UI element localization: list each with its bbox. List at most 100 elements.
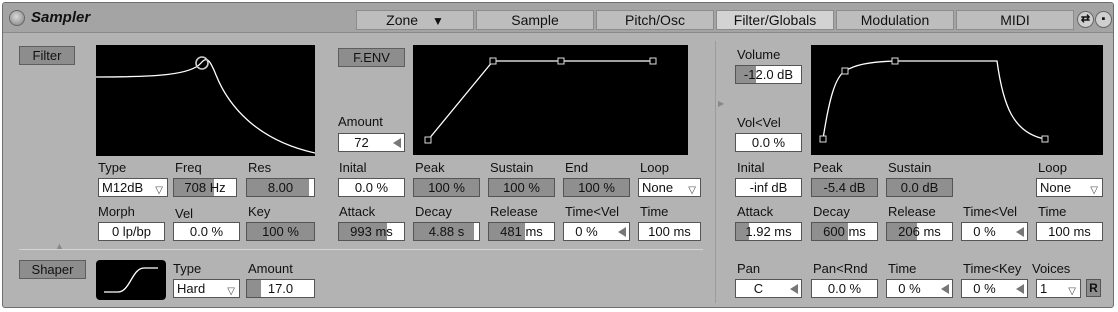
filter-freq-handle[interactable] — [195, 56, 209, 70]
hot-swap-icon[interactable]: ⇄ — [1077, 11, 1094, 28]
filter-res-label: Res — [248, 160, 272, 175]
filter-response-display[interactable] — [96, 45, 315, 156]
sampler-device: Sampler Zone ▼ Sample Pitch/Osc Filter/G… — [2, 2, 1114, 308]
chevron-down-icon: ▽ — [155, 185, 163, 196]
power-icon[interactable] — [9, 10, 25, 26]
vol-loop-dropdown[interactable]: None ▽ — [1036, 178, 1103, 197]
fenv-initial-handle[interactable] — [424, 136, 432, 144]
fenv-time-vel-label: Time<Vel — [565, 204, 620, 219]
vol-release-field[interactable]: 206 ms — [886, 222, 953, 241]
vol-time-vel-value: 0 % — [973, 224, 996, 239]
expand-arrow-icon[interactable]: ▶ — [718, 96, 724, 111]
vol-sustain-value: 0.0 dB — [900, 180, 939, 195]
shaper-amount-field[interactable]: 17.0 — [246, 279, 315, 298]
fenv-peak-handle[interactable] — [489, 57, 497, 65]
filter-toggle-button[interactable]: Filter — [19, 46, 75, 65]
volume-envelope-display[interactable] — [811, 45, 1103, 155]
vol-time-vel-label: Time<Vel — [963, 204, 1018, 219]
fenv-sustain-handle[interactable] — [557, 57, 565, 65]
tab-filter-globals[interactable]: Filter/Globals — [716, 10, 834, 30]
shaper-amount-value: 17.0 — [267, 281, 294, 296]
volume-envelope-curve — [819, 57, 1049, 143]
fenv-time-vel-value: 0 % — [575, 224, 598, 239]
fenv-time-label: Time — [640, 204, 669, 219]
vol-attack-field[interactable]: 1.92 ms — [735, 222, 802, 241]
shaper-type-label: Type — [173, 261, 202, 276]
shaper-curve — [104, 267, 158, 293]
triangle-left-icon — [1016, 284, 1024, 294]
vol-initial-field[interactable]: -inf dB — [735, 178, 802, 197]
pan-rnd-field[interactable]: 0.0 % — [811, 279, 878, 298]
volume-field[interactable]: -12.0 dB — [735, 65, 802, 84]
fenv-release-field[interactable]: 481 ms — [488, 222, 555, 241]
fenv-loop-dropdown[interactable]: None ▽ — [638, 178, 701, 197]
fenv-peak-value: 100 % — [428, 180, 465, 195]
fenv-decay-label: Decay — [415, 204, 452, 219]
fenv-end-value: 100 % — [578, 180, 615, 195]
global-time-field[interactable]: 0 % — [886, 279, 953, 298]
vol-time-field[interactable]: 100 ms — [1036, 222, 1103, 241]
tab-midi[interactable]: MIDI — [956, 10, 1074, 30]
fenv-amount-field[interactable]: 72 — [338, 133, 405, 152]
filter-vel-label: Vel — [175, 206, 194, 221]
filter-res-value: 8.00 — [267, 180, 294, 195]
chevron-down-icon: ▽ — [688, 185, 696, 196]
vol-time-vel-field[interactable]: 0 % — [961, 222, 1028, 241]
filter-morph-field[interactable]: 0 lp/bp — [98, 222, 165, 241]
vol-peak-field[interactable]: -5.4 dB — [811, 178, 878, 197]
retrigger-button[interactable]: R — [1086, 279, 1101, 297]
filter-key-field[interactable]: 100 % — [246, 222, 315, 241]
fenv-peak-field[interactable]: 100 % — [413, 178, 480, 197]
vol-peak-value: -5.4 dB — [823, 180, 866, 195]
section-divider — [715, 41, 716, 303]
time-key-field[interactable]: 0 % — [961, 279, 1028, 298]
fenv-end-label: End — [565, 160, 589, 175]
save-preset-icon[interactable]: ▪ — [1095, 11, 1112, 28]
pan-rnd-label: Pan<Rnd — [813, 261, 868, 276]
volume-label: Volume — [737, 47, 781, 62]
fenv-release-label: Release — [490, 204, 538, 219]
vol-release-handle[interactable] — [1041, 135, 1049, 143]
time-key-value: 0 % — [973, 281, 996, 296]
vol-sustain-field[interactable]: 0.0 dB — [886, 178, 953, 197]
fenv-end-handle[interactable] — [649, 57, 657, 65]
tab-modulation[interactable]: Modulation — [836, 10, 954, 30]
fenv-initial-field[interactable]: 0.0 % — [338, 178, 405, 197]
fenv-sustain-field[interactable]: 100 % — [488, 178, 555, 197]
tab-zone[interactable]: Zone ▼ — [356, 10, 474, 30]
global-time-value: 0 % — [898, 281, 921, 296]
filter-vel-field[interactable]: 0.0 % — [173, 222, 240, 241]
vol-sustain-handle[interactable] — [891, 57, 899, 65]
vol-decay-field[interactable]: 600 ms — [811, 222, 878, 241]
tab-sample[interactable]: Sample — [476, 10, 594, 30]
fenv-envelope-display[interactable] — [413, 45, 688, 155]
fenv-toggle-button[interactable]: F.ENV — [338, 48, 405, 67]
fenv-time-vel-field[interactable]: 0 % — [563, 222, 630, 241]
fenv-attack-value: 993 ms — [350, 224, 393, 239]
shaper-amount-label: Amount — [248, 261, 293, 276]
device-title-bar: Sampler Zone ▼ Sample Pitch/Osc Filter/G… — [3, 3, 1113, 33]
pan-field[interactable]: C — [735, 279, 802, 298]
shaper-type-dropdown[interactable]: Hard ▽ — [173, 279, 240, 298]
filter-type-label: Type — [98, 160, 127, 175]
vol-initial-value: -inf dB — [749, 180, 788, 195]
vol-initial-handle[interactable] — [819, 135, 827, 143]
filter-freq-field[interactable]: 708 Hz — [173, 178, 237, 197]
chevron-down-icon: ▽ — [227, 286, 235, 297]
vol-vel-value: 0.0 % — [751, 135, 786, 150]
filter-type-dropdown[interactable]: M12dB ▽ — [98, 178, 168, 197]
pan-rnd-value: 0.0 % — [827, 281, 862, 296]
collapse-arrow-icon[interactable]: ▲ — [55, 239, 64, 254]
vol-peak-handle[interactable] — [841, 67, 849, 75]
vol-vel-field[interactable]: 0.0 % — [735, 133, 802, 152]
voices-dropdown[interactable]: 1 ▽ — [1036, 279, 1081, 298]
fenv-attack-field[interactable]: 993 ms — [338, 222, 405, 241]
shaper-toggle-button[interactable]: Shaper — [19, 260, 86, 279]
fenv-initial-value: 0.0 % — [354, 180, 389, 195]
tab-pitch-osc[interactable]: Pitch/Osc — [596, 10, 714, 30]
fenv-decay-field[interactable]: 4.88 s — [413, 222, 480, 241]
filter-res-field[interactable]: 8.00 — [246, 178, 315, 197]
fenv-end-field[interactable]: 100 % — [563, 178, 630, 197]
fenv-time-field[interactable]: 100 ms — [638, 222, 701, 241]
voices-label: Voices — [1032, 261, 1071, 276]
